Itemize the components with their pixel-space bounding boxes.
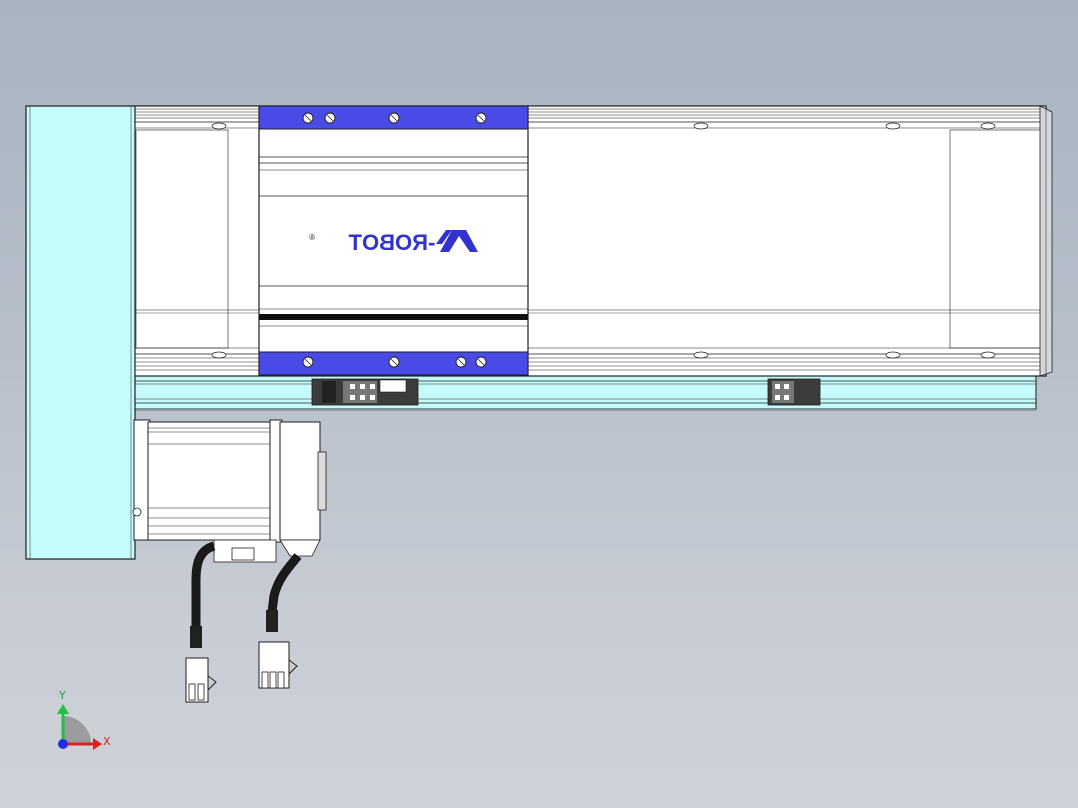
coordinate-triad: Y X [57,689,111,750]
limit-sensor-right [767,378,821,406]
linear-module-drawing: -ROBOT ® Y X [25,105,1053,750]
logo-text: -ROBOT [348,230,435,255]
power-cable [185,541,217,703]
limit-sensor-left [311,378,419,406]
servo-motor [132,419,327,563]
cad-viewport[interactable]: -ROBOT ® Y X [0,0,1078,808]
y-axis-label: Y [58,689,66,702]
origin-marker [58,739,68,749]
carriage: -ROBOT ® [258,105,529,376]
x-axis-label: X [103,735,111,748]
logo-registered-mark: ® [309,233,315,242]
base-rail [133,375,1037,411]
motor-end-cap [25,105,136,560]
encoder-cable [258,553,302,689]
